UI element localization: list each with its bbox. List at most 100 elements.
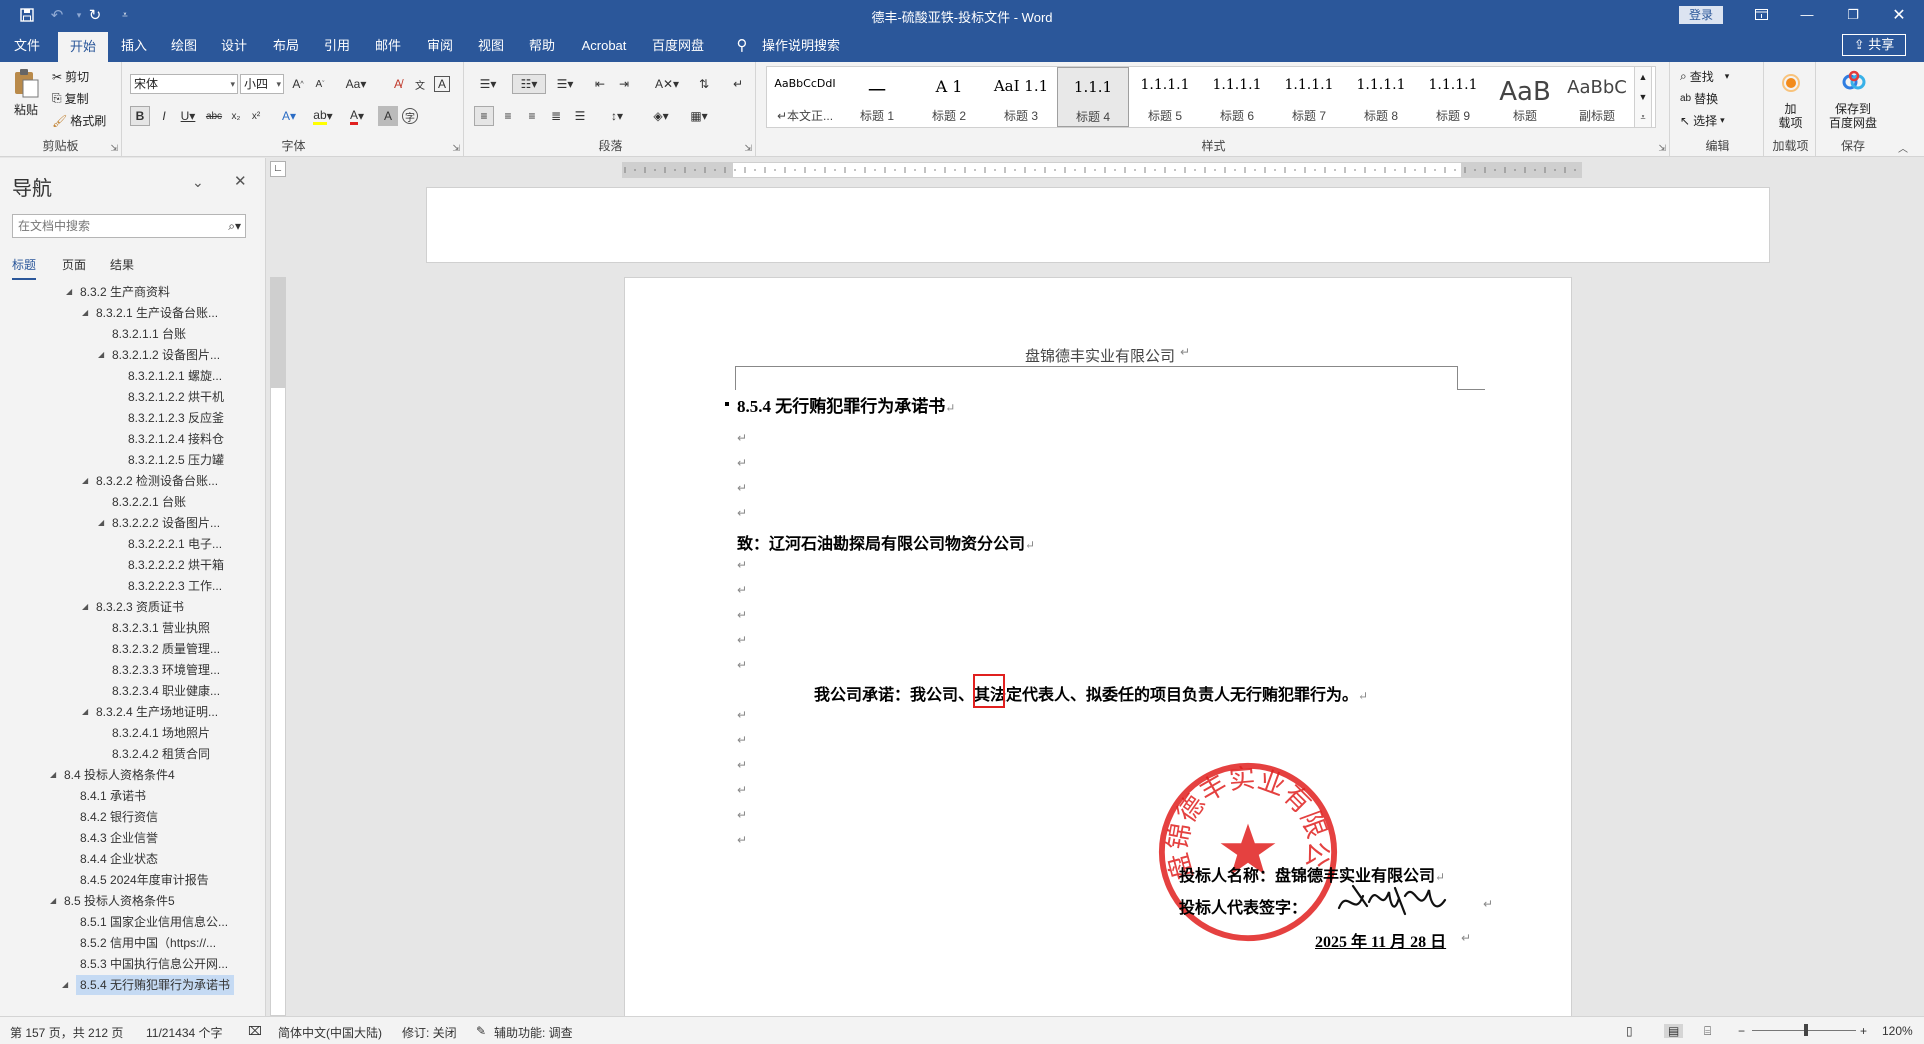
- nav-heading-item[interactable]: 8.3.2.1.2.3 反应釜: [128, 408, 224, 428]
- collapse-ribbon-icon[interactable]: ︿: [1898, 140, 1908, 155]
- align-center-icon[interactable]: ≡: [498, 106, 518, 126]
- document-page[interactable]: 盘锦德丰实业有限公司 ↵ 8.5.4 无行贿犯罪行为承诺书↵ ↵ ↵ ↵ ↵ 致…: [624, 277, 1572, 1016]
- tell-me-search[interactable]: 操作说明搜索: [756, 29, 846, 62]
- accessibility-status[interactable]: 辅助功能: 调查: [494, 1024, 573, 1041]
- word-count[interactable]: 11/21434 个字: [146, 1024, 223, 1041]
- borders-icon[interactable]: ▦▾: [684, 106, 714, 126]
- shrink-font-icon[interactable]: Aˇ: [310, 74, 330, 94]
- tab-acrobat[interactable]: Acrobat: [574, 29, 634, 62]
- tab-home[interactable]: 开始: [58, 32, 108, 62]
- expand-triangle-icon[interactable]: ◢: [82, 702, 88, 722]
- tab-view[interactable]: 视图: [469, 29, 513, 62]
- font-color-icon[interactable]: A ▾: [342, 106, 372, 126]
- close-icon[interactable]: ✕: [1876, 0, 1922, 29]
- ruler-bar[interactable]: [622, 162, 1582, 178]
- select-button[interactable]: ↖ 选择 ▾: [1680, 112, 1725, 129]
- addins-icon[interactable]: [1778, 70, 1804, 96]
- character-border-icon[interactable]: A: [434, 76, 450, 92]
- document-heading[interactable]: 8.5.4 无行贿犯罪行为承诺书↵: [737, 392, 955, 417]
- style-item[interactable]: 1.1.1.1 标题 7: [1273, 67, 1345, 127]
- phonetic-guide-icon[interactable]: 文: [410, 74, 430, 94]
- nav-heading-item[interactable]: ◢ 8.3.2.2 检测设备台账...: [82, 471, 218, 491]
- distributed-icon[interactable]: ☰: [570, 106, 590, 126]
- zoom-in-icon[interactable]: +: [1860, 1024, 1867, 1038]
- nav-heading-item[interactable]: ◢ 8.5 投标人资格条件5: [50, 891, 175, 911]
- read-mode-icon[interactable]: ▯: [1626, 1024, 1633, 1038]
- print-layout-icon[interactable]: ▤: [1664, 1024, 1684, 1038]
- expand-triangle-icon[interactable]: ◢: [98, 513, 104, 533]
- nav-heading-item[interactable]: ◢ 8.3.2.1 生产设备台账...: [82, 303, 218, 323]
- nav-heading-item[interactable]: ◢ 8.5.4 无行贿犯罪行为承诺书: [62, 975, 235, 995]
- tab-references[interactable]: 引用: [315, 29, 359, 62]
- nav-heading-item[interactable]: ◢ 8.3.2.3 资质证书: [82, 597, 184, 617]
- numbering-icon[interactable]: ☷▾: [512, 74, 546, 94]
- find-button[interactable]: ⌕ 查找 ▾: [1680, 68, 1729, 85]
- tab-design[interactable]: 设计: [212, 29, 256, 62]
- dialog-launcher-icon[interactable]: ⇲: [452, 143, 460, 154]
- style-item[interactable]: AaB 标题: [1489, 67, 1561, 127]
- nav-heading-item[interactable]: 8.4.4 企业状态: [80, 849, 158, 869]
- vertical-ruler[interactable]: [270, 277, 286, 1016]
- expand-triangle-icon[interactable]: ◢: [98, 345, 104, 365]
- expand-triangle-icon[interactable]: ◢: [82, 597, 88, 617]
- justify-icon[interactable]: ≣: [546, 106, 566, 126]
- line-spacing-icon[interactable]: ↕▾: [602, 106, 632, 126]
- save-to-baidu-label[interactable]: 保存到 百度网盘: [1818, 102, 1888, 130]
- chinese-layout-icon[interactable]: A✕▾: [652, 74, 682, 94]
- nav-tab-pages[interactable]: 页面: [62, 256, 86, 273]
- style-item[interactable]: AaBbC 副标题: [1561, 67, 1633, 127]
- track-changes-status[interactable]: 修订: 关闭: [402, 1024, 457, 1041]
- paste-button[interactable]: 粘贴: [12, 68, 40, 118]
- expand-triangle-icon[interactable]: ◢: [50, 765, 56, 785]
- nav-tab-headings[interactable]: 标题: [12, 256, 37, 280]
- tab-help[interactable]: 帮助: [520, 29, 564, 62]
- align-right-icon[interactable]: ≡: [522, 106, 542, 126]
- change-case-icon[interactable]: Aa▾: [342, 74, 370, 94]
- nav-heading-item[interactable]: 8.3.2.1.2.4 接料仓: [128, 429, 224, 449]
- nav-heading-item[interactable]: 8.3.2.1.2.5 压力罐: [128, 450, 224, 470]
- expand-triangle-icon[interactable]: ◢: [82, 471, 88, 491]
- language-indicator[interactable]: 简体中文(中国大陆): [278, 1024, 382, 1041]
- nav-heading-item[interactable]: 8.5.2 信用中国（https://...: [80, 933, 216, 953]
- nav-heading-item[interactable]: ◢ 8.3.2.2.2 设备图片...: [98, 513, 220, 533]
- tab-layout[interactable]: 布局: [264, 29, 308, 62]
- nav-heading-item[interactable]: 8.3.2.1.1 台账: [112, 324, 186, 344]
- nav-heading-item[interactable]: 8.3.2.1.2.2 烘干机: [128, 387, 224, 407]
- nav-heading-item[interactable]: 8.4.2 银行资信: [80, 807, 158, 827]
- nav-heading-item[interactable]: ◢ 8.3.2.1.2 设备图片...: [98, 345, 220, 365]
- nav-heading-item[interactable]: 8.3.2.3.2 质量管理...: [112, 639, 220, 659]
- cut-button[interactable]: ✂ 剪切: [52, 68, 89, 85]
- replace-button[interactable]: ab 替换: [1680, 90, 1718, 107]
- tab-baidu-netdisk[interactable]: 百度网盘: [646, 29, 710, 62]
- nav-heading-item[interactable]: ◢ 8.3.2.4 生产场地证明...: [82, 702, 218, 722]
- format-painter-button[interactable]: 🖌 格式刷: [52, 112, 106, 129]
- expand-triangle-icon[interactable]: ◢: [82, 303, 88, 323]
- clear-formatting-icon[interactable]: A̸: [388, 74, 408, 94]
- style-item[interactable]: 1.1.1 标题 4: [1057, 67, 1129, 127]
- accessibility-icon[interactable]: ✎: [476, 1024, 486, 1038]
- nav-heading-item[interactable]: 8.3.2.2.2.2 烘干箱: [128, 555, 224, 575]
- shading-icon[interactable]: ◈▾: [646, 106, 676, 126]
- nav-heading-item[interactable]: 8.3.2.4.1 场地照片: [112, 723, 210, 743]
- tab-file[interactable]: 文件: [0, 29, 54, 62]
- show-formatting-marks-icon[interactable]: ↵: [728, 74, 748, 94]
- dialog-launcher-icon[interactable]: ⇲: [110, 143, 118, 154]
- align-left-icon[interactable]: ≡: [474, 106, 494, 126]
- text-effects-icon[interactable]: A▾: [274, 106, 304, 126]
- share-button[interactable]: ⇪ 共享: [1842, 34, 1906, 56]
- nav-heading-item[interactable]: 8.3.2.4.2 租赁合同: [112, 744, 210, 764]
- nav-heading-item[interactable]: 8.4.3 企业信誉: [80, 828, 158, 848]
- close-icon[interactable]: ✕: [234, 172, 247, 190]
- styles-scroll[interactable]: ▲ ▼ ⩡: [1634, 66, 1652, 128]
- nav-tab-results[interactable]: 结果: [110, 256, 134, 273]
- superscript-icon[interactable]: x²: [246, 106, 266, 126]
- italic-icon[interactable]: I: [154, 106, 174, 126]
- addins-label[interactable]: 加 载项: [1766, 102, 1815, 130]
- nav-heading-item[interactable]: 8.5.1 国家企业信用信息公...: [80, 912, 228, 932]
- style-item[interactable]: 1.1.1.1 标题 5: [1129, 67, 1201, 127]
- nav-heading-item[interactable]: 8.3.2.3.3 环境管理...: [112, 660, 220, 680]
- minimize-icon[interactable]: —: [1784, 0, 1830, 29]
- copy-button[interactable]: ⎘ 复制: [52, 90, 89, 107]
- highlight-icon[interactable]: ab ▾: [308, 106, 338, 126]
- grow-font-icon[interactable]: A ^: [288, 74, 308, 94]
